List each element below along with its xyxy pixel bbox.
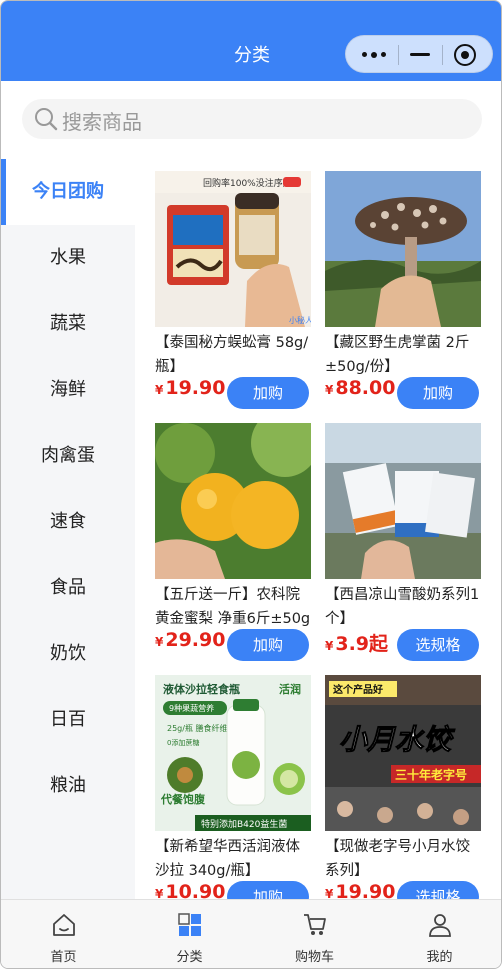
product-name[interactable]: 【泰国秘方蜈蚣膏 58g/瓶】: [155, 331, 313, 379]
close-icon[interactable]: [454, 44, 476, 66]
image-slogan: 代餐饱腹: [160, 792, 206, 806]
tab-cart-label: 购物车: [294, 950, 334, 965]
image-title: 小月水饺: [339, 723, 456, 756]
add-to-cart-button[interactable]: 加购: [397, 377, 479, 409]
product-card[interactable]: 【五斤送一斤】农科院黄金蜜梨 净重6斤±50g ¥29.90 加购: [155, 423, 315, 663]
cart-icon: [304, 914, 326, 935]
product-card[interactable]: 这个产品好 小月水饺 三十年老字号 【现做老字号小月水饺系列】 ¥19.90 选…: [325, 675, 485, 915]
product-image[interactable]: 液体沙拉轻食瓶 活润 9种果蔬营养 25g/瓶 膳食纤维 0添加蔗糖 代餐饱腹 …: [155, 675, 311, 831]
product-name[interactable]: 【新希望华西活润液体沙拉 340g/瓶】: [155, 835, 313, 883]
mini-program-capsule: [345, 35, 493, 73]
product-name[interactable]: 【藏区野生虎掌菌 2斤±50g/份】: [325, 331, 483, 379]
product-card[interactable]: 液体沙拉轻食瓶 活润 9种果蔬营养 25g/瓶 膳食纤维 0添加蔗糖 代餐饱腹 …: [155, 675, 315, 915]
tab-profile[interactable]: 我的: [377, 900, 501, 968]
product-price: ¥3.9起: [325, 633, 389, 655]
tab-home-label: 首页: [50, 950, 77, 965]
product-card[interactable]: 【西昌凉山雪酸奶系列1个】 ¥3.9起 选规格: [325, 423, 485, 663]
category-icon: [178, 913, 201, 936]
more-icon[interactable]: [362, 51, 386, 58]
sidebar-item-dairy-drinks[interactable]: 奶饮: [1, 621, 135, 687]
app-frame: 分类 搜索商品 今日团购 水果 蔬菜 海鲜 肉禽蛋 速食 食品 奶饮 日百 粮油: [0, 0, 502, 969]
category-sidebar: 今日团购 水果 蔬菜 海鲜 肉禽蛋 速食 食品 奶饮 日百 粮油: [1, 159, 135, 899]
image-watermark-text: 小秘人: [289, 315, 311, 325]
product-price: ¥29.90: [155, 629, 226, 651]
add-to-cart-button[interactable]: 加购: [227, 377, 309, 409]
add-to-cart-button[interactable]: 加购: [227, 629, 309, 661]
search-input[interactable]: 搜索商品: [22, 99, 482, 139]
home-icon: [53, 914, 75, 936]
product-card[interactable]: 【藏区野生虎掌菌 2斤±50g/份】 ¥88.00 加购: [325, 171, 485, 411]
product-image[interactable]: [325, 423, 481, 579]
tab-cart[interactable]: 购物车: [252, 900, 377, 968]
image-headline: 液体沙拉轻食瓶: [163, 682, 240, 696]
tab-profile-label: 我的: [426, 950, 453, 965]
user-icon: [429, 914, 451, 937]
minimize-icon[interactable]: [410, 53, 430, 56]
sidebar-item-seafood[interactable]: 海鲜: [1, 357, 135, 423]
sidebar-item-grain-oil[interactable]: 粮油: [1, 753, 135, 819]
sidebar-item-vegetable[interactable]: 蔬菜: [1, 291, 135, 357]
sidebar-item-meat-egg[interactable]: 肉禽蛋: [1, 423, 135, 489]
search-placeholder: 搜索商品: [62, 110, 142, 134]
bottom-tabbar: 首页 分类 购物车 我的: [1, 899, 501, 968]
product-image[interactable]: 回购率100%没注序产 小秘人: [155, 171, 311, 327]
sidebar-item-today-group[interactable]: 今日团购: [1, 159, 135, 225]
product-image[interactable]: [155, 423, 311, 579]
select-spec-button[interactable]: 选规格: [397, 629, 479, 661]
image-subtitle: 三十年老字号: [395, 767, 467, 782]
product-card[interactable]: 回购率100%没注序产 小秘人 【泰国秘方蜈蚣膏 58g/瓶】 ¥19.90 加…: [155, 171, 315, 411]
product-name[interactable]: 【西昌凉山雪酸奶系列1个】: [325, 583, 483, 631]
product-price: ¥19.90: [155, 377, 226, 399]
image-tag: 0添加蔗糖: [167, 738, 199, 747]
tab-category[interactable]: 分类: [127, 900, 252, 968]
image-badge: 这个产品好: [333, 683, 383, 696]
search-icon: [35, 108, 58, 131]
tab-home[interactable]: 首页: [1, 900, 126, 968]
header-bar: 分类: [1, 1, 501, 81]
product-name[interactable]: 【现做老字号小月水饺系列】: [325, 835, 483, 883]
tab-category-label: 分类: [176, 950, 203, 965]
image-footer: 特别添加B420益生菌: [201, 818, 287, 830]
image-brand: 活润: [279, 682, 301, 696]
sidebar-item-food[interactable]: 食品: [1, 555, 135, 621]
product-image[interactable]: [325, 171, 481, 327]
product-name[interactable]: 【五斤送一斤】农科院黄金蜜梨 净重6斤±50g: [155, 583, 313, 631]
product-image[interactable]: 这个产品好 小月水饺 三十年老字号: [325, 675, 481, 831]
sidebar-item-daily-goods[interactable]: 日百: [1, 687, 135, 753]
image-banner-text: 回购率100%没注序产: [203, 177, 292, 189]
sidebar-item-fruit[interactable]: 水果: [1, 225, 135, 291]
image-tag: 9种果蔬营养: [169, 703, 214, 713]
image-tag: 25g/瓶 膳食纤维: [167, 723, 228, 733]
sidebar-item-instant-food[interactable]: 速食: [1, 489, 135, 555]
product-price: ¥88.00: [325, 377, 396, 399]
